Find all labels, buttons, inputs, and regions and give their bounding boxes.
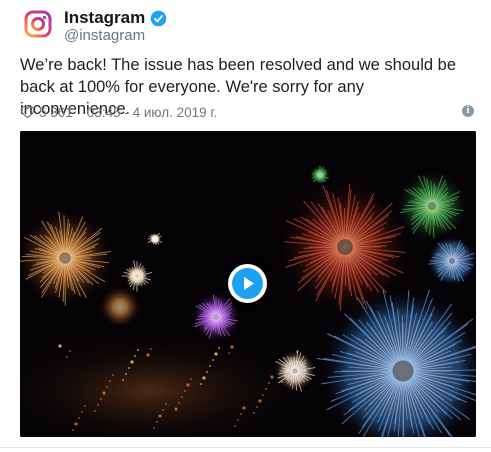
tweet-timestamp[interactable]: 03:45 - 4 июл. 2019 г. [87, 105, 218, 120]
tweet-embed: Instagram @instagram We’re back! The iss… [0, 0, 491, 452]
heart-icon[interactable] [20, 105, 35, 119]
like-count[interactable]: 5 361 [39, 105, 73, 120]
tweet-header: Instagram @instagram [22, 8, 472, 48]
verified-badge-icon [150, 10, 167, 26]
info-icon[interactable]: i [462, 105, 474, 117]
author-name-row: Instagram [64, 8, 167, 28]
instagram-logo-icon[interactable] [22, 8, 54, 40]
play-icon [244, 277, 254, 290]
tweet-meta: 5 361 03:45 - 4 июл. 2019 г. i [20, 102, 475, 122]
bottom-divider [0, 447, 491, 448]
play-button[interactable] [228, 264, 267, 303]
author-name[interactable]: Instagram [64, 8, 145, 28]
video-player[interactable] [20, 131, 476, 437]
author-handle[interactable]: @instagram [64, 27, 145, 44]
play-button-circle [232, 268, 263, 299]
